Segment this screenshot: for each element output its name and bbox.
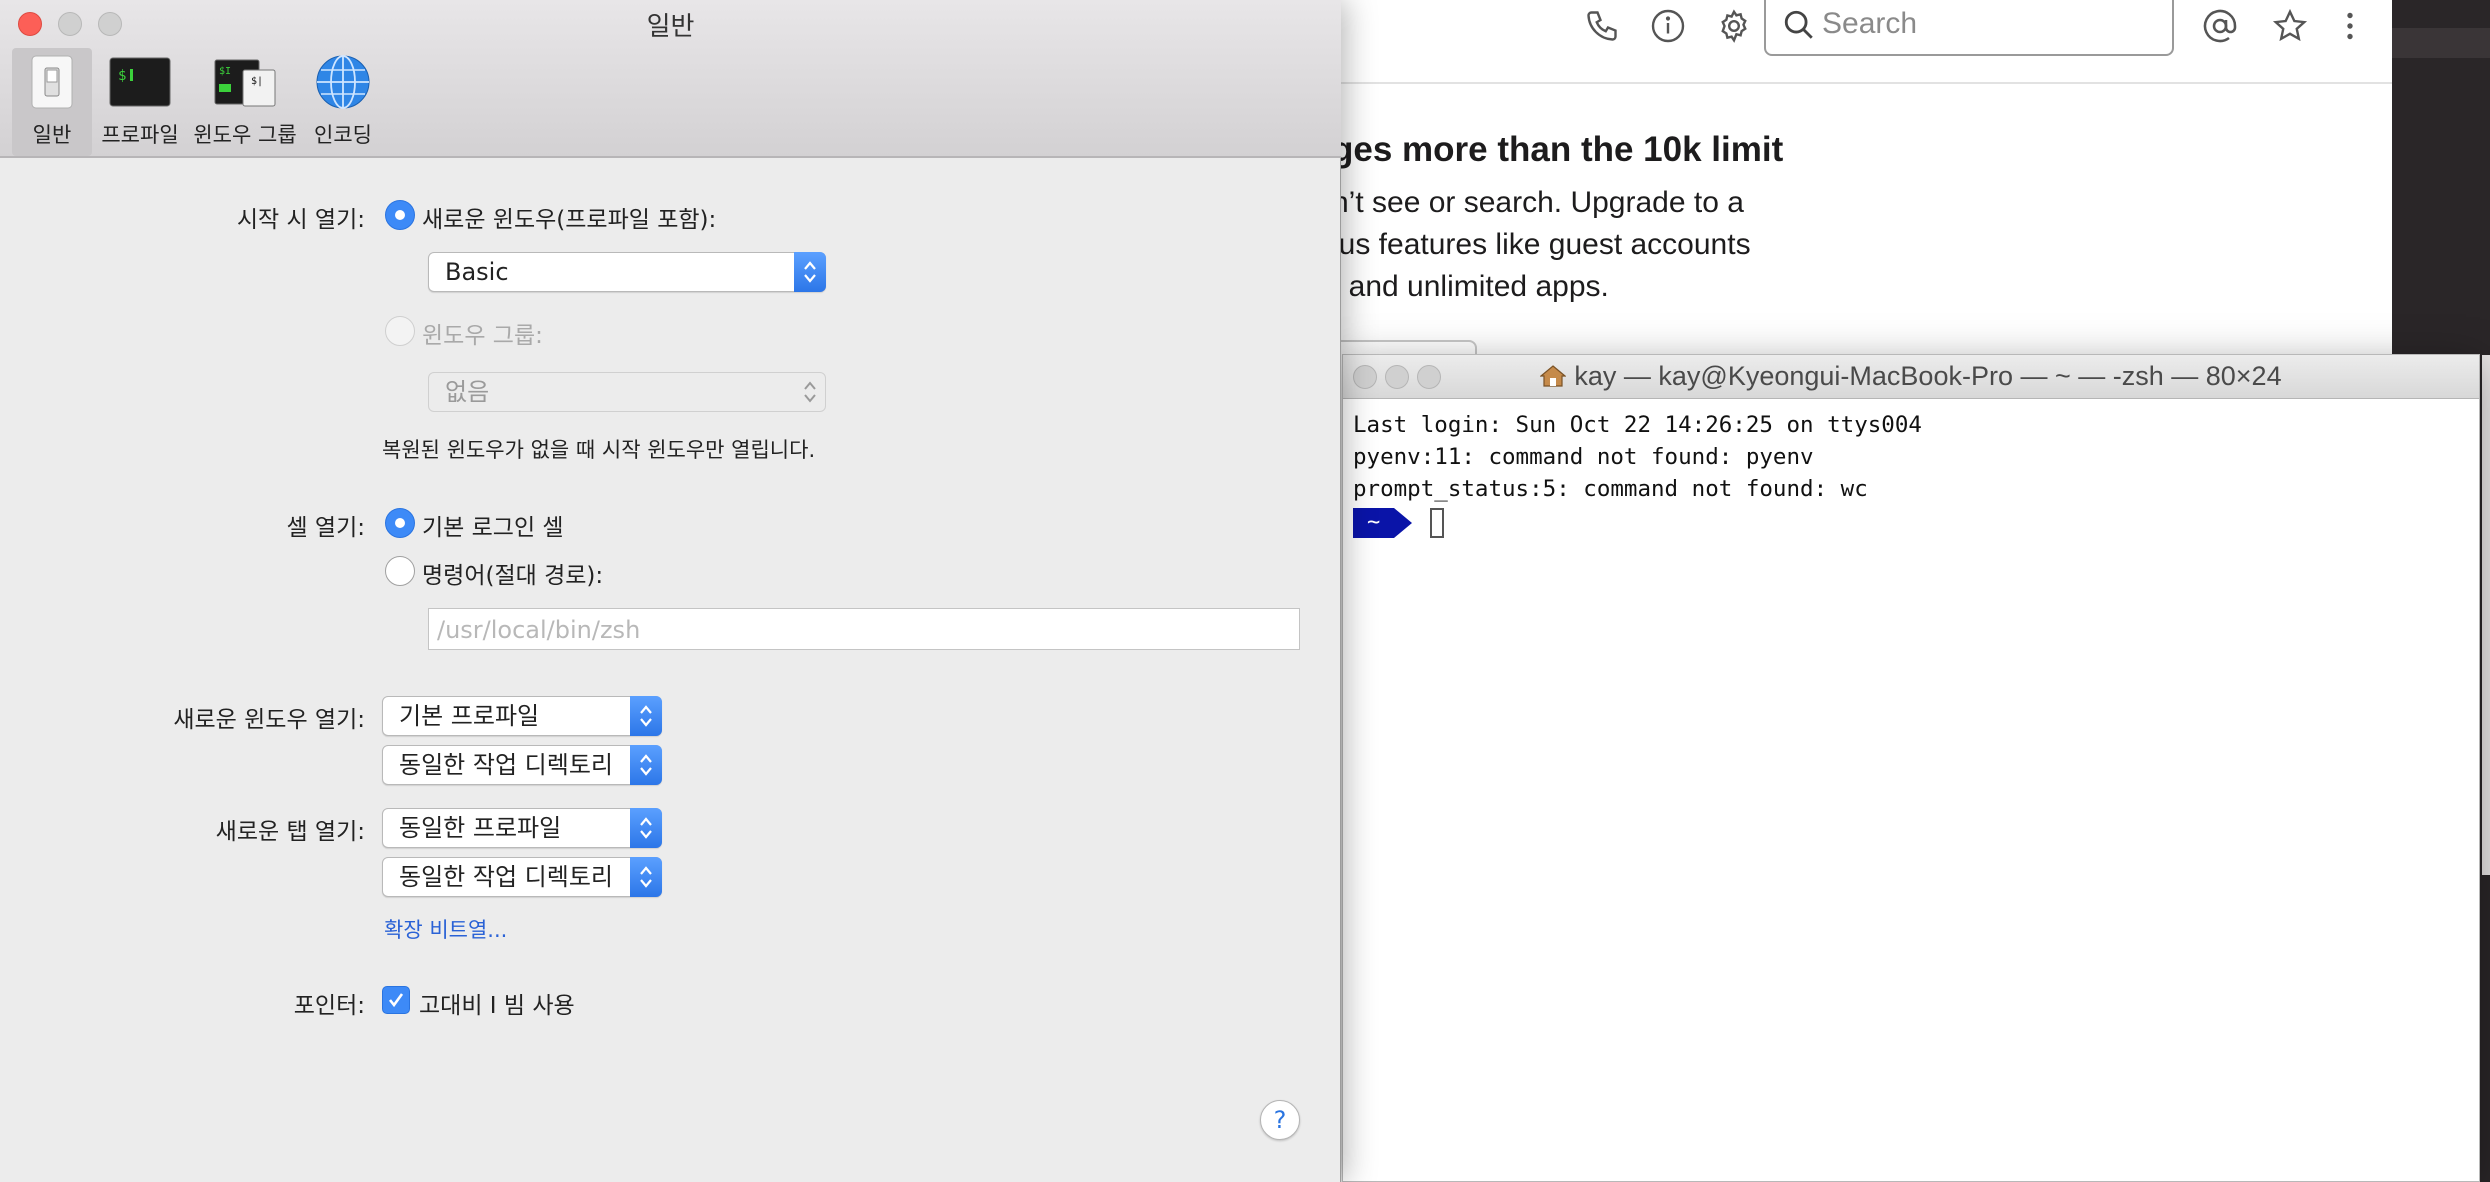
checkmark-icon xyxy=(388,993,404,1008)
new-tab-label: 새로운 탭 열기: xyxy=(215,819,365,845)
svg-text:$I: $I xyxy=(219,66,231,77)
globe-icon xyxy=(316,55,370,109)
new-window-label: 새로운 윈도우 열기: xyxy=(173,707,365,733)
tab-label: 일반 xyxy=(32,123,72,147)
window-title: 일반 xyxy=(646,12,695,42)
home-icon xyxy=(1540,365,1567,387)
more-vertical-icon[interactable] xyxy=(2328,4,2372,48)
svg-text:$: $ xyxy=(118,68,126,84)
background-window-panel xyxy=(2482,355,2490,875)
star-icon[interactable] xyxy=(2268,4,2312,48)
tab-label: 인코딩 xyxy=(314,123,372,147)
terminal-icon: $ xyxy=(109,57,171,107)
terminal-title-text: kay — kay@Kyeongui-MacBook-Pro — ~ — -zs… xyxy=(1574,361,2282,391)
startup-group-value: 없음 xyxy=(445,378,490,406)
terminal-line: Last login: Sun Oct 22 14:26:25 on ttys0… xyxy=(1353,412,1922,438)
escape-sequences-link[interactable]: 확장 비트열... xyxy=(384,914,507,944)
startup-window-group-label: 윈도우 그룹: xyxy=(422,323,543,349)
chevron-updown-icon xyxy=(630,808,662,848)
high-contrast-ibeam-label: 고대비 I 빔 사용 xyxy=(419,993,575,1019)
new-tab-profile-select[interactable]: 동일한 프로파일 xyxy=(382,808,662,848)
tab-encodings[interactable]: 인코딩 xyxy=(306,48,380,156)
new-window-profile-value: 기본 프로파일 xyxy=(399,702,540,730)
shell-command-placeholder: /usr/local/bin/zsh xyxy=(437,616,641,644)
tab-profiles[interactable]: $ 프로파일 xyxy=(98,48,182,156)
shell-prompt: ~ xyxy=(1353,507,2469,539)
upgrade-banner-line: n’t see or search. Upgrade to a xyxy=(1332,186,1744,219)
chevron-updown-icon xyxy=(794,252,826,292)
chevron-updown-icon xyxy=(630,745,662,785)
high-contrast-ibeam-checkbox[interactable] xyxy=(382,986,410,1014)
startup-window-group-radio[interactable] xyxy=(385,316,415,346)
new-window-directory-value: 동일한 작업 디렉토리 xyxy=(399,751,613,779)
slack-toolbar: Search xyxy=(1300,0,2392,84)
startup-label: 시작 시 열기: xyxy=(236,207,365,233)
startup-new-window-label: 새로운 윈도우(프로파일 포함): xyxy=(422,207,717,233)
new-tab-directory-value: 동일한 작업 디렉토리 xyxy=(399,863,613,891)
mention-icon[interactable] xyxy=(2198,4,2242,48)
prompt-arrow-icon xyxy=(1394,508,1413,538)
pointer-label: 포인터: xyxy=(293,993,365,1019)
startup-profile-select[interactable]: Basic xyxy=(428,252,826,292)
search-placeholder: Search xyxy=(1822,7,1918,40)
chevron-updown-icon xyxy=(794,372,826,412)
upgrade-banner-line: , and unlimited apps. xyxy=(1332,270,1609,303)
prompt-directory: ~ xyxy=(1353,508,1395,538)
window-group-icon: $I $| xyxy=(214,59,276,107)
shell-label: 셀 열기: xyxy=(286,515,365,541)
terminal-line: pyenv:11: command not found: pyenv xyxy=(1353,444,1814,470)
shell-command-label: 명령어(절대 경로): xyxy=(422,563,604,589)
new-window-profile-select[interactable]: 기본 프로파일 xyxy=(382,696,662,736)
gear-icon[interactable] xyxy=(1712,4,1756,48)
tab-label: 프로파일 xyxy=(101,123,179,147)
search-input[interactable]: Search xyxy=(1764,0,2174,56)
shell-default-label: 기본 로그인 셀 xyxy=(422,515,564,541)
terminal-titlebar[interactable]: kay — kay@Kyeongui-MacBook-Pro — ~ — -zs… xyxy=(1343,355,2479,399)
search-icon xyxy=(1784,10,1813,39)
terminal-line: prompt_status:5: command not found: wc xyxy=(1353,476,1868,502)
terminal-title: kay — kay@Kyeongui-MacBook-Pro — ~ — -zs… xyxy=(1343,361,2479,392)
tab-label: 윈도우 그룹 xyxy=(193,123,297,147)
shell-command-field[interactable]: /usr/local/bin/zsh xyxy=(428,608,1300,650)
switch-icon xyxy=(31,55,73,109)
startup-profile-value: Basic xyxy=(445,258,509,286)
shell-command-radio[interactable] xyxy=(385,556,415,586)
new-tab-profile-value: 동일한 프로파일 xyxy=(399,814,562,842)
svg-text:$|: $| xyxy=(251,76,263,87)
phone-icon[interactable] xyxy=(1580,4,1624,48)
upgrade-banner-line: lus features like guest accounts xyxy=(1332,228,1751,261)
shell-default-radio[interactable] xyxy=(385,508,415,538)
chevron-updown-icon xyxy=(630,857,662,897)
info-icon[interactable] xyxy=(1646,4,1690,48)
text-cursor xyxy=(1430,508,1445,538)
new-tab-directory-select[interactable]: 동일한 작업 디렉토리 xyxy=(382,857,662,897)
startup-new-window-radio[interactable] xyxy=(385,200,415,230)
new-window-directory-select[interactable]: 동일한 작업 디렉토리 xyxy=(382,745,662,785)
preferences-toolbar: 일반 일반 $ 프로파일 $I $| 윈도우 그룹 인코딩 xyxy=(0,0,1341,158)
startup-note: 복원된 윈도우가 없을 때 시작 윈도우만 열립니다. xyxy=(382,438,816,462)
background-window-bar xyxy=(2392,28,2490,58)
help-button[interactable]: ? xyxy=(1260,1100,1300,1140)
tab-window-groups[interactable]: $I $| 윈도우 그룹 xyxy=(190,48,300,156)
terminal-window: kay — kay@Kyeongui-MacBook-Pro — ~ — -zs… xyxy=(1342,354,2480,1182)
chevron-updown-icon xyxy=(630,696,662,736)
tab-general[interactable]: 일반 xyxy=(12,48,92,156)
terminal-output[interactable]: Last login: Sun Oct 22 14:26:25 on ttys0… xyxy=(1343,399,2479,549)
upgrade-banner-title: ges more than the 10k limit xyxy=(1332,130,1784,169)
preferences-window: 일반 일반 $ 프로파일 $I $| 윈도우 그룹 인코딩 시작 시 열기: 새로… xyxy=(0,0,1341,1182)
startup-window-group-select[interactable]: 없음 xyxy=(428,372,826,412)
